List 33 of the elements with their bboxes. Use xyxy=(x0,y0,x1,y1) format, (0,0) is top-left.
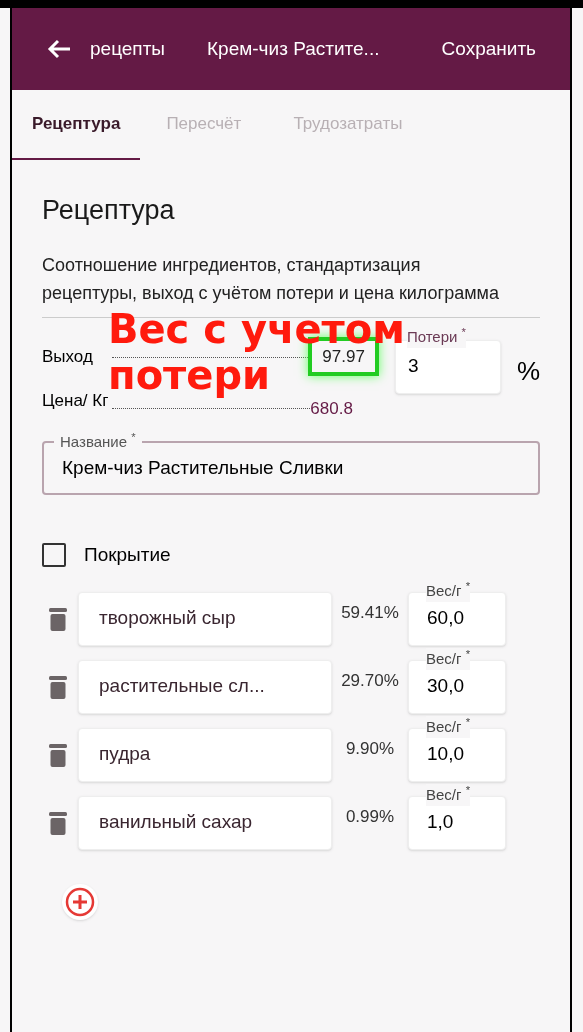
ingredient-field[interactable]: пудра xyxy=(78,727,332,782)
weight-label: Вес/г $^{*}$ xyxy=(426,579,471,602)
ingredient-percent: 0.99% xyxy=(344,805,396,828)
trash-icon[interactable] xyxy=(48,673,68,700)
back-button[interactable]: рецепты xyxy=(46,34,166,64)
loss-label: Потери $^{*}$ xyxy=(406,325,466,348)
trash-icon[interactable] xyxy=(48,741,68,768)
weight-label: Вес/г $^{*}$ xyxy=(426,715,471,738)
percent-unit: % xyxy=(516,354,540,388)
weight-label: Вес/г $^{*}$ xyxy=(426,647,471,670)
plus-icon xyxy=(65,886,95,917)
price-value: 680.8 xyxy=(310,397,354,420)
trash-icon[interactable] xyxy=(48,809,68,836)
yield-label: Выход xyxy=(42,345,94,368)
checkbox[interactable] xyxy=(42,543,66,568)
app-bar-title: Крем-чиз Растите... xyxy=(207,36,380,61)
checkbox-label: Покрытие xyxy=(84,543,171,567)
ingredient-field[interactable]: творожный сыр xyxy=(78,591,332,646)
section-description: Соотношение ингредиентов, стандартизация рецептуры, выход с учётом потери и цена килограмма xyxy=(42,253,500,305)
section-title: Рецептура xyxy=(42,194,176,227)
back-arrow-icon xyxy=(46,38,72,60)
annotation-caption: потери xyxy=(108,352,271,398)
ingredient-percent: 29.70% xyxy=(340,669,400,692)
ingredient-field[interactable]: растительные сл... xyxy=(78,659,332,714)
ingredient-field[interactable]: ванильный сахар xyxy=(78,795,332,850)
ingredient-percent: 59.41% xyxy=(340,601,400,624)
trash-icon[interactable] xyxy=(48,605,68,632)
tab[interactable]: Рецептура xyxy=(12,90,141,160)
ingredient-percent: 9.90% xyxy=(344,737,396,760)
weight-label: Вес/г $^{*}$ xyxy=(426,783,471,806)
save-button[interactable]: Сохранить xyxy=(441,34,536,64)
add-button[interactable] xyxy=(62,883,98,920)
price-label: Цена/ Кг xyxy=(42,390,110,413)
